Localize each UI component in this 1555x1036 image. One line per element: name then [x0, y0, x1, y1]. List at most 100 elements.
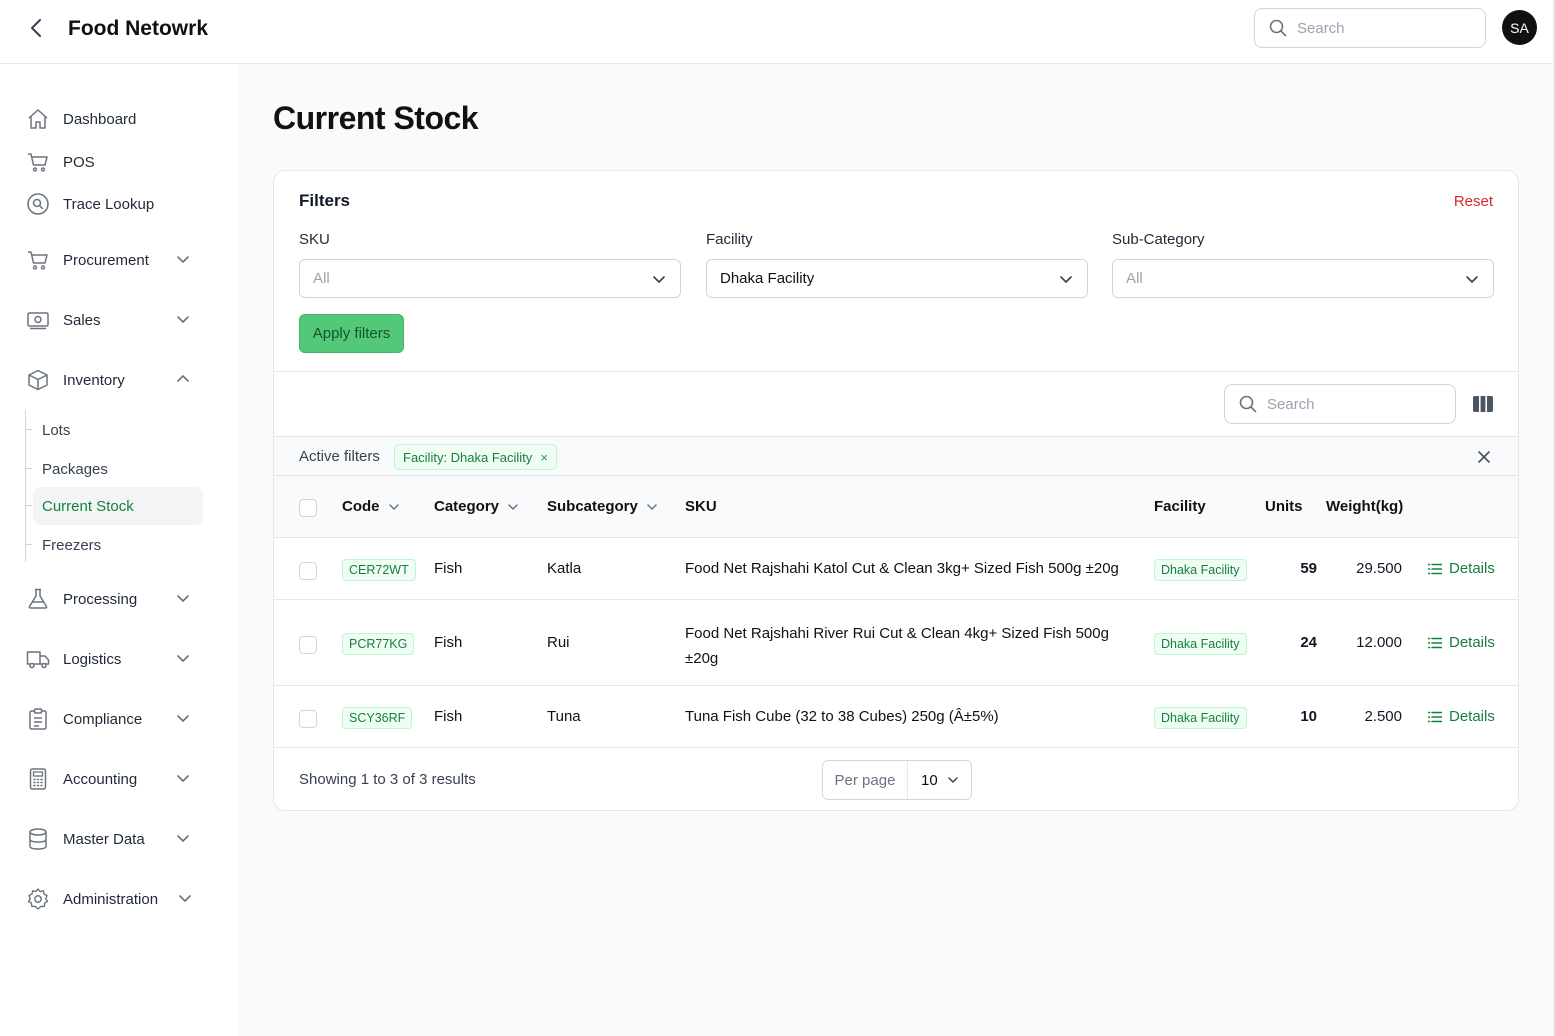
column-header-units: Units: [1265, 498, 1303, 515]
facility-badge: Dhaka Facility: [1154, 633, 1247, 655]
weight-cell: 29.500: [1356, 560, 1402, 577]
sidebar-item-label: Processing: [63, 590, 138, 608]
global-search-input[interactable]: [1297, 19, 1467, 37]
select-all-checkbox[interactable]: [299, 499, 317, 517]
sku-filter-select[interactable]: All: [299, 259, 681, 298]
sidebar-item-processing[interactable]: Processing: [26, 584, 189, 614]
details-button[interactable]: Details: [1428, 708, 1495, 725]
back-button[interactable]: [22, 14, 50, 42]
calculator-icon: [26, 767, 50, 791]
chevron-down-icon: [177, 256, 189, 263]
column-header-subcategory[interactable]: Subcategory: [547, 498, 658, 515]
remove-chip-button[interactable]: ×: [540, 450, 548, 465]
sidebar-subitem-label: Freezers: [42, 536, 102, 554]
sku-filter-value: All: [313, 270, 330, 287]
apply-filters-button[interactable]: Apply filters: [299, 314, 404, 353]
sidebar-item-logistics[interactable]: Logistics: [26, 644, 189, 674]
sidebar-item-procurement[interactable]: Procurement: [26, 245, 189, 275]
page-title: Current Stock: [273, 100, 479, 136]
clipboard-icon: [26, 707, 50, 731]
per-page-label: Per page: [823, 761, 908, 799]
chevron-down-icon: [647, 503, 657, 510]
sidebar-item-label: Trace Lookup: [63, 195, 155, 213]
facility-filter-select[interactable]: Dhaka Facility: [706, 259, 1088, 298]
reset-filters-link[interactable]: Reset: [1454, 193, 1493, 210]
sidebar-item-dashboard[interactable]: Dashboard: [26, 104, 136, 134]
list-icon: [1428, 637, 1442, 648]
chevron-down-icon: [1060, 276, 1072, 283]
weight-cell: 12.000: [1356, 634, 1402, 651]
sidebar-item-compliance[interactable]: Compliance: [26, 704, 189, 734]
close-icon[interactable]: [1476, 449, 1492, 465]
subcategory-cell: Tuna: [547, 708, 581, 725]
sidebar-subitem-label: Current Stock: [42, 497, 134, 515]
chevron-down-icon: [388, 503, 399, 510]
submenu-tick: [25, 468, 32, 469]
details-button[interactable]: Details: [1428, 560, 1495, 577]
facility-filter-label: Facility: [706, 231, 753, 248]
sidebar: Dashboard POS Trace Lookup Procurement S…: [0, 64, 239, 1036]
sidebar-subitem-packages[interactable]: Packages: [25, 450, 203, 488]
sidebar-item-label: Logistics: [63, 650, 122, 668]
sidebar-item-accounting[interactable]: Accounting: [26, 764, 189, 794]
chevron-down-icon: [177, 655, 189, 662]
active-filters-bar: Active filters Facility: Dhaka Facility …: [274, 436, 1518, 476]
submenu-rail: [25, 410, 26, 562]
column-header-category[interactable]: Category: [434, 498, 519, 515]
code-badge: CER72WT: [342, 559, 416, 581]
sidebar-subitem-current-stock[interactable]: Current Stock: [25, 487, 203, 525]
sidebar-subitem-lots[interactable]: Lots: [25, 411, 203, 449]
sku-cell: Tuna Fish Cube (32 to 38 Cubes) 250g (Â±…: [685, 708, 999, 725]
chevron-down-icon: [177, 835, 189, 842]
sidebar-subitem-freezers[interactable]: Freezers: [25, 526, 203, 564]
chevron-down-icon: [177, 316, 189, 323]
units-cell: 10: [1300, 708, 1317, 725]
subcategory-cell: Katla: [547, 560, 582, 577]
columns-icon[interactable]: [1472, 394, 1494, 414]
row-checkbox[interactable]: [299, 562, 317, 580]
subcategory-filter-value: All: [1126, 270, 1143, 287]
sidebar-item-label: Dashboard: [63, 110, 137, 128]
chevron-left-icon: [31, 19, 41, 37]
table-search-input[interactable]: [1267, 395, 1437, 413]
active-filters-label: Active filters: [299, 448, 380, 465]
row-checkbox[interactable]: [299, 710, 317, 728]
details-label: Details: [1449, 560, 1495, 577]
row-checkbox[interactable]: [299, 636, 317, 654]
chevron-down-icon: [177, 715, 189, 722]
sidebar-item-label: Accounting: [63, 770, 138, 788]
sidebar-item-master-data[interactable]: Master Data: [26, 824, 189, 854]
code-badge: SCY36RF: [342, 707, 413, 729]
sidebar-item-label: Procurement: [63, 251, 149, 269]
sidebar-item-pos[interactable]: POS: [26, 147, 95, 177]
table-search[interactable]: [1224, 384, 1456, 424]
sidebar-item-trace-lookup[interactable]: Trace Lookup: [26, 189, 154, 219]
category-cell: Fish: [434, 708, 463, 725]
user-avatar[interactable]: SA: [1502, 10, 1537, 45]
banknote-icon: [26, 308, 50, 332]
active-filter-chip-label: Facility: Dhaka Facility: [403, 449, 533, 465]
active-filter-chip: Facility: Dhaka Facility ×: [394, 444, 557, 470]
details-button[interactable]: Details: [1428, 634, 1495, 651]
sidebar-item-administration[interactable]: Administration: [26, 884, 191, 914]
chevron-down-icon: [1466, 276, 1478, 283]
facility-filter-value: Dhaka Facility: [720, 270, 815, 287]
column-header-code[interactable]: Code: [342, 498, 400, 515]
sidebar-item-sales[interactable]: Sales: [26, 305, 189, 335]
database-icon: [26, 827, 50, 851]
chevron-down-icon: [177, 595, 189, 602]
global-search[interactable]: [1254, 8, 1486, 48]
subcategory-filter-select[interactable]: All: [1112, 259, 1494, 298]
weight-cell: 2.500: [1364, 708, 1402, 725]
column-header-weight: Weight(kg): [1326, 498, 1404, 515]
table-header: Code Category Subcategory SKU Facility U…: [274, 476, 1518, 538]
list-icon: [1428, 711, 1442, 722]
per-page-select[interactable]: 10: [908, 761, 971, 799]
sidebar-item-inventory[interactable]: Inventory: [26, 365, 189, 395]
sku-cell: Food Net Rajshahi River Rui Cut & Clean …: [685, 625, 1109, 667]
column-header-facility: Facility: [1154, 498, 1206, 515]
sidebar-subitem-label: Packages: [42, 460, 108, 478]
chevron-up-icon: [177, 375, 189, 382]
column-header-sku: SKU: [685, 498, 717, 515]
app-title: Food Netowrk: [68, 17, 208, 40]
